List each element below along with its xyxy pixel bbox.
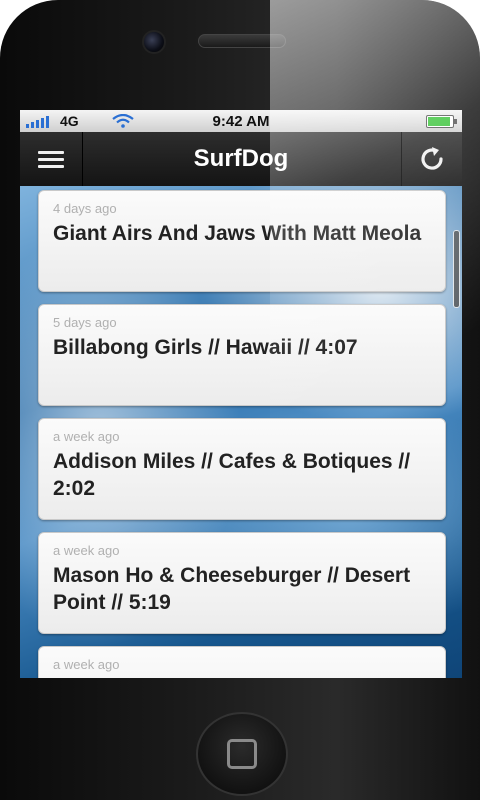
phone-frame: 4G 9:42 AM SurfDog 4 days ago Giant Airs… — [0, 0, 480, 800]
video-feed-list[interactable]: 4 days ago Giant Airs And Jaws With Matt… — [20, 186, 462, 678]
video-title: Addison Miles // Cafes & Botiques // 2:0… — [53, 450, 411, 500]
video-title: Billabong Girls // Hawaii // 4:07 — [53, 336, 358, 359]
post-age: a week ago — [53, 429, 120, 444]
video-title: Giant Airs And Jaws With Matt Meola — [53, 222, 422, 245]
menu-button[interactable] — [20, 132, 83, 186]
list-item[interactable]: 4 days ago Giant Airs And Jaws With Matt… — [38, 190, 446, 292]
home-button[interactable] — [196, 712, 288, 796]
refresh-button[interactable] — [401, 132, 462, 186]
battery-icon — [426, 115, 457, 128]
battery-level — [428, 117, 450, 126]
front-camera — [142, 30, 166, 54]
scrollbar[interactable] — [453, 230, 460, 308]
app-screen: 4G 9:42 AM SurfDog 4 days ago Giant Airs… — [20, 110, 462, 678]
list-item[interactable]: a week ago — [38, 646, 446, 678]
post-age: 4 days ago — [53, 201, 117, 216]
app-title: SurfDog — [193, 145, 289, 172]
app-header: SurfDog — [20, 132, 462, 187]
status-bar: 4G 9:42 AM — [20, 110, 462, 132]
list-item[interactable]: a week ago Addison Miles // Cafes & Boti… — [38, 418, 446, 520]
hamburger-menu-icon — [38, 150, 64, 154]
post-age: a week ago — [53, 657, 120, 672]
list-item[interactable]: 5 days ago Billabong Girls // Hawaii // … — [38, 304, 446, 406]
home-square-icon — [227, 739, 257, 769]
post-age: a week ago — [53, 543, 120, 558]
post-age: 5 days ago — [53, 315, 117, 330]
earpiece-speaker — [198, 34, 286, 48]
list-item[interactable]: a week ago Mason Ho & Cheeseburger // De… — [38, 532, 446, 634]
refresh-icon — [421, 147, 443, 170]
video-title: Mason Ho & Cheeseburger // Desert Point … — [53, 564, 411, 614]
status-time: 9:42 AM — [212, 113, 270, 130]
